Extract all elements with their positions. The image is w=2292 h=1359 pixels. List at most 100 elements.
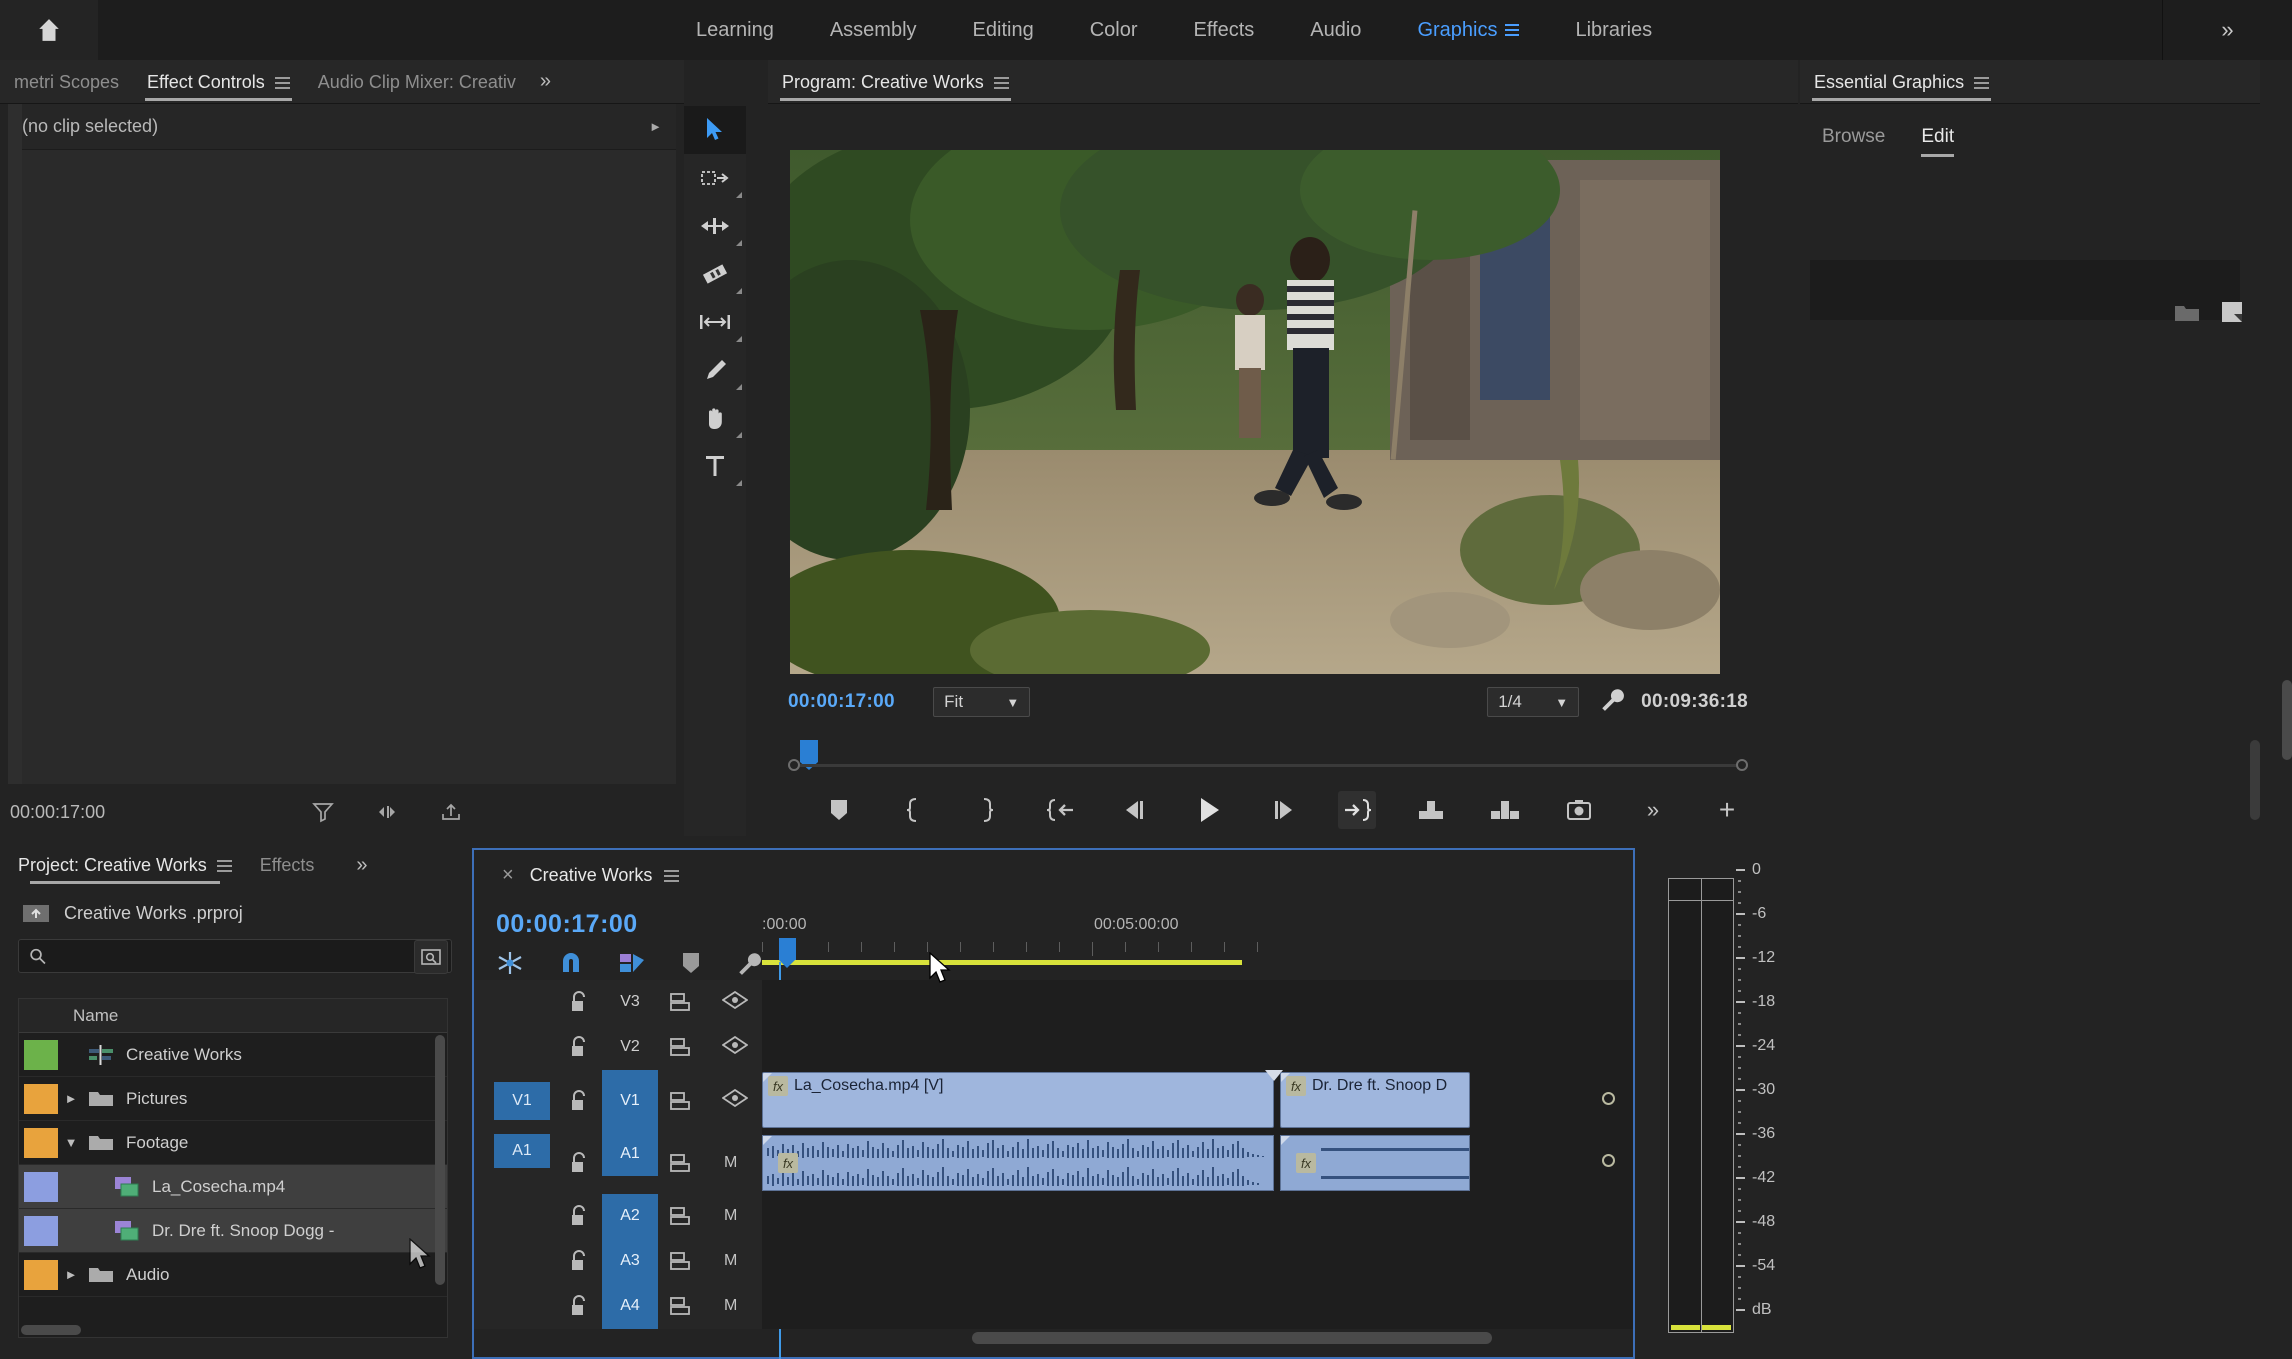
track-visibility-toggle[interactable]	[721, 990, 749, 1014]
track-content-a2[interactable]	[762, 1194, 1633, 1239]
workspace-tab-assembly[interactable]: Assembly	[802, 0, 945, 60]
workspace-tab-audio[interactable]: Audio	[1282, 0, 1389, 60]
lock-toggle[interactable]	[564, 1205, 594, 1227]
chevron-down-icon[interactable]: ▼	[58, 1135, 84, 1150]
tab-project[interactable]: Project: Creative Works	[18, 855, 232, 886]
play-stop-button[interactable]	[1190, 791, 1228, 829]
sync-lock-toggle[interactable]	[670, 1251, 696, 1271]
clip-fx-badge[interactable]: fx	[1296, 1153, 1316, 1173]
panel-menu-icon[interactable]	[664, 869, 680, 882]
track-visibility-toggle[interactable]	[721, 1088, 749, 1112]
track-name-v3[interactable]: V3	[602, 980, 658, 1025]
track-visibility-toggle[interactable]	[721, 1035, 749, 1059]
sync-lock-toggle[interactable]	[670, 1206, 696, 1226]
timeline-settings-icon[interactable]	[736, 950, 762, 976]
list-item[interactable]: Creative Works	[19, 1033, 447, 1077]
track-header[interactable]: A2 M S	[474, 1193, 812, 1239]
home-button[interactable]	[0, 0, 98, 60]
lock-toggle[interactable]	[564, 1295, 594, 1317]
workspace-tab-graphics[interactable]: Graphics	[1389, 0, 1547, 60]
slip-tool[interactable]	[684, 298, 746, 346]
lock-toggle[interactable]	[564, 991, 594, 1013]
track-header[interactable]: V3	[474, 979, 762, 1025]
track-name-v1[interactable]: V1	[602, 1069, 658, 1132]
keyframe-nav-icon[interactable]	[374, 800, 400, 824]
sync-lock-toggle[interactable]	[670, 1153, 696, 1173]
mark-out-button[interactable]	[968, 791, 1006, 829]
panel-menu-icon[interactable]	[274, 76, 290, 89]
list-item[interactable]: La_Cosecha.mp4	[19, 1165, 447, 1209]
linked-selection-icon[interactable]	[618, 950, 646, 976]
clip-fx-badge[interactable]: fx	[778, 1153, 798, 1173]
track-header[interactable]: V2	[474, 1024, 762, 1070]
timeline-ruler[interactable]: :00:00 00:05:00:00	[762, 916, 1637, 968]
timeline-keyframe-dot[interactable]	[1602, 1154, 1615, 1167]
list-item[interactable]: ► Pictures	[19, 1077, 447, 1121]
track-name-v2[interactable]: V2	[602, 1025, 658, 1070]
essential-graphics-scrollbar[interactable]	[2250, 740, 2260, 820]
workspace-tab-effects[interactable]: Effects	[1166, 0, 1283, 60]
timeline-playhead-head[interactable]	[779, 938, 796, 968]
tab-effect-controls[interactable]: Effect Controls	[133, 72, 304, 103]
track-name-a3[interactable]: A3	[602, 1238, 658, 1284]
lift-button[interactable]	[1412, 791, 1450, 829]
extract-button[interactable]	[1486, 791, 1524, 829]
workspace-overflow-button[interactable]: »	[2162, 0, 2292, 60]
timeline-sequence-name[interactable]: Creative Works	[530, 865, 653, 886]
mark-in-button[interactable]	[894, 791, 932, 829]
nest-toggle-icon[interactable]	[496, 950, 524, 976]
lock-toggle[interactable]	[564, 1089, 594, 1112]
source-patch-v1[interactable]: V1	[494, 1081, 550, 1120]
transport-overflow-button[interactable]: »	[1634, 791, 1672, 829]
track-header[interactable]: A1 A1 M S	[474, 1131, 812, 1194]
audio-meter-bars[interactable]	[1668, 878, 1734, 1333]
effect-controls-empty-row[interactable]: (no clip selected) ►	[8, 104, 676, 150]
track-name-a4[interactable]: A4	[602, 1283, 658, 1329]
track-header[interactable]: A3 M S	[474, 1238, 812, 1284]
hand-tool[interactable]	[684, 394, 746, 442]
panel-menu-icon[interactable]	[993, 76, 1009, 89]
timeline-clip-dr-dre[interactable]: fx Dr. Dre ft. Snoop D	[1280, 1072, 1470, 1128]
export-icon[interactable]	[438, 800, 464, 824]
eg-subtab-edit[interactable]: Edit	[1921, 126, 1954, 157]
list-item[interactable]: ► Audio	[19, 1253, 447, 1297]
lock-toggle[interactable]	[564, 1151, 594, 1174]
program-video-preview[interactable]	[790, 150, 1720, 674]
track-header[interactable]: A4 M S	[474, 1283, 812, 1329]
new-folder-icon[interactable]	[2174, 302, 2200, 322]
selection-tool[interactable]	[684, 106, 746, 154]
chevron-right-icon[interactable]: ►	[649, 119, 662, 134]
sync-lock-toggle[interactable]	[670, 992, 696, 1012]
project-item-list[interactable]: Name Creative Works ► Pictures ▼ Footage…	[18, 998, 448, 1338]
program-current-timecode[interactable]: 00:00:17:00	[788, 691, 919, 713]
sync-lock-toggle[interactable]	[670, 1037, 696, 1057]
tab-essential-graphics[interactable]: Essential Graphics	[1800, 72, 2003, 103]
search-input[interactable]	[53, 947, 441, 965]
program-scrub-start-handle[interactable]	[788, 759, 800, 771]
render-bar[interactable]	[762, 960, 1242, 965]
track-content-v2[interactable]	[762, 1025, 1633, 1070]
snap-icon[interactable]	[558, 950, 584, 976]
project-search-box[interactable]	[18, 939, 452, 973]
program-duration-timecode[interactable]: 00:09:36:18	[1641, 691, 1748, 713]
project-column-header[interactable]: Name	[19, 999, 447, 1033]
filter-icon[interactable]	[310, 800, 336, 824]
effect-controls-timecode[interactable]: 00:00:17:00	[10, 802, 310, 823]
program-zoom-select[interactable]: Fit ▼	[933, 687, 1031, 717]
mute-toggle-a2[interactable]: M	[724, 1207, 737, 1225]
track-content-a3[interactable]	[762, 1239, 1633, 1284]
project-overflow-button[interactable]: »	[326, 854, 367, 887]
type-tool[interactable]	[684, 442, 746, 490]
timeline-audio-clip-la-cosecha[interactable]: fx	[762, 1135, 1274, 1191]
timeline-keyframe-dot[interactable]	[1602, 1092, 1615, 1105]
track-content-v3[interactable]	[762, 980, 1633, 1025]
tab-audio-clip-mixer[interactable]: Audio Clip Mixer: Creativ	[304, 72, 530, 103]
pen-tool[interactable]	[684, 346, 746, 394]
close-icon[interactable]: ×	[502, 864, 514, 887]
panel-menu-icon[interactable]	[216, 859, 232, 872]
new-layer-icon[interactable]	[2220, 300, 2244, 324]
step-back-button[interactable]	[1116, 791, 1154, 829]
track-header[interactable]: V1 V1	[474, 1069, 762, 1132]
button-editor-button[interactable]: +	[1708, 791, 1746, 829]
program-scrub-end-handle[interactable]	[1736, 759, 1748, 771]
